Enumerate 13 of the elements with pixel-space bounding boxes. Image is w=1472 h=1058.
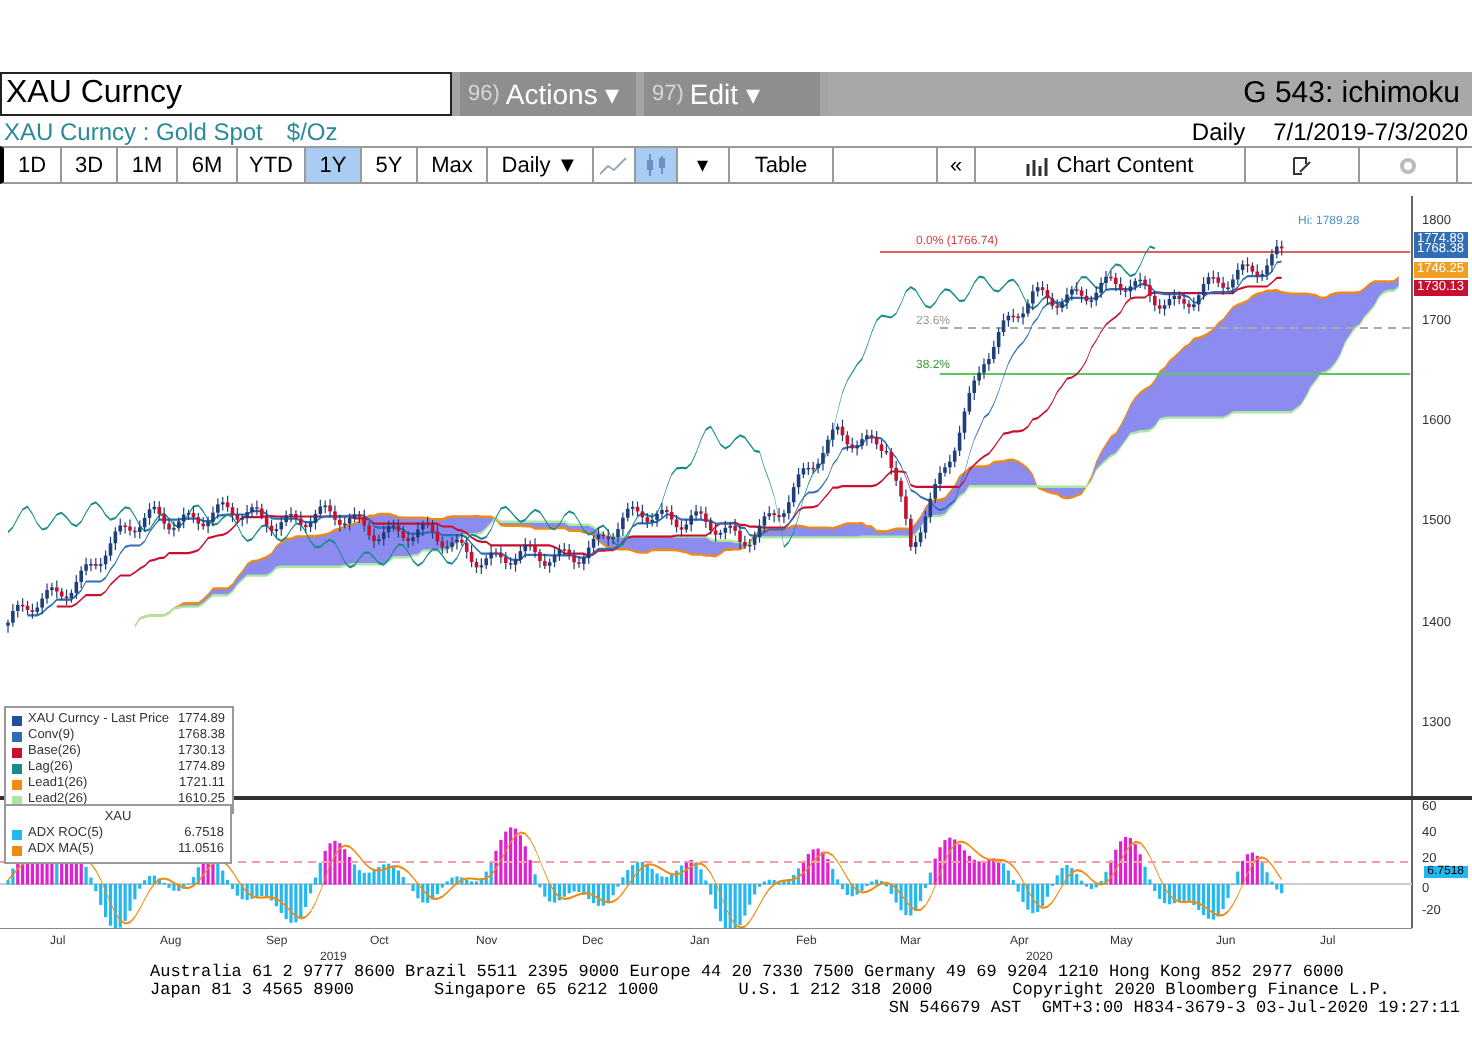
footer-text: Copyright 2020 Bloomberg Finance L.P. (1012, 982, 1390, 1000)
security-name: XAU Curncy : Gold Spot (4, 117, 263, 145)
date-range: 7/1/2019-7/3/2020 (1273, 117, 1468, 145)
unit-label: $/Oz (286, 117, 338, 145)
footer-text: Australia 61 2 9777 8600 Brazil 5511 2395 9000 Europe 44 20 7330 7500 Germany 49 69 9204 1210 Hong Kong 852 2977 6000 (150, 964, 1346, 982)
footer-text: SN 546679 AST GMT+3:00 H834-3679-3 03-Jul-2020 19:27:11 (886, 1000, 1462, 1018)
footer-text: U.S. 1 212 318 2000 (738, 982, 933, 1000)
footer-text: Singapore 65 6212 1000 (434, 982, 659, 1000)
footer-text: Japan 81 3 4565 8900 (150, 982, 355, 1000)
frequency-label: Daily (1191, 117, 1246, 145)
function-title: G 543: ichimoku (828, 72, 1472, 116)
security-field[interactable]: XAU Curncy (0, 72, 452, 116)
period-tab[interactable]: 1Y (306, 148, 362, 182)
